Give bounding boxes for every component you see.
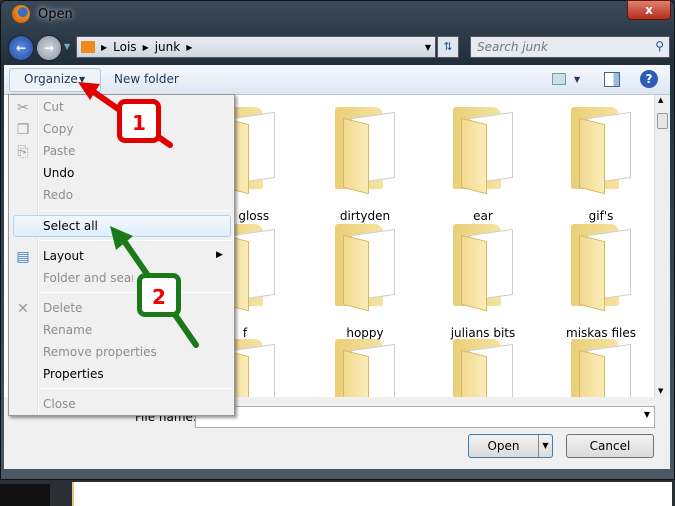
annotation-layer	[78, 82, 199, 348]
annotation-badge-2: 2	[137, 273, 181, 317]
annotation-badge-1: 1	[117, 99, 161, 143]
